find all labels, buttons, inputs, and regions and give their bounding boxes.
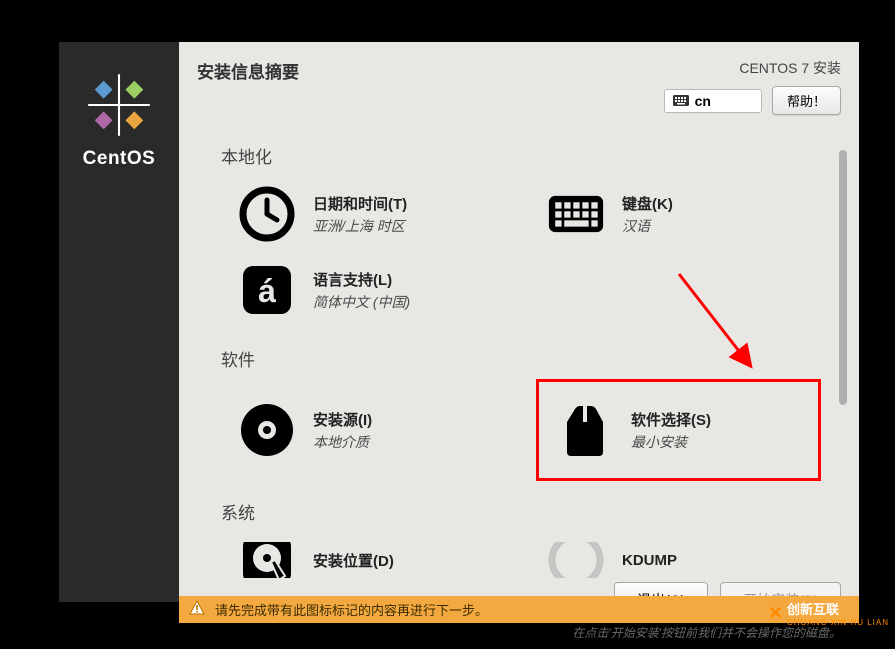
page-title: 安装信息摘要 bbox=[197, 58, 299, 83]
option-kdump-title: KDUMP bbox=[622, 552, 677, 569]
keyboard-large-icon bbox=[548, 186, 604, 242]
watermark-sub: CHUANG XIN HU LIAN bbox=[787, 618, 889, 627]
option-language-title: 语言支持(L) bbox=[313, 269, 410, 290]
content-scroll: 本地化 日期和时间(T) 亚洲/上海 时区 键盘(K) bbox=[179, 125, 859, 578]
disc-icon bbox=[239, 402, 295, 458]
topbar: 安装信息摘要 CENTOS 7 安装 cn 帮助！ bbox=[179, 42, 859, 125]
option-software-selection[interactable]: 软件选择(S) 最小安装 bbox=[536, 379, 821, 481]
section-system-label: 系统 bbox=[221, 499, 831, 524]
option-install-destination-title: 安装位置(D) bbox=[313, 550, 394, 571]
option-kdump[interactable]: KDUMP bbox=[530, 532, 815, 578]
option-datetime-subtitle: 亚洲/上海 时区 bbox=[313, 216, 407, 236]
warning-banner: 请先完成带有此图标标记的内容再进行下一步。 bbox=[179, 596, 859, 623]
keyboard-icon bbox=[673, 93, 689, 109]
help-button[interactable]: 帮助！ bbox=[772, 86, 841, 115]
option-datetime[interactable]: 日期和时间(T) 亚洲/上海 时区 bbox=[221, 176, 506, 252]
option-install-source[interactable]: 安装源(I) 本地介质 bbox=[221, 379, 506, 481]
main-area: 安装信息摘要 CENTOS 7 安装 cn 帮助！ 本地化 bbox=[179, 42, 859, 602]
option-install-source-title: 安装源(I) bbox=[313, 409, 372, 430]
option-install-source-subtitle: 本地介质 bbox=[313, 432, 372, 452]
clock-icon bbox=[239, 186, 295, 242]
watermark-mark-icon: ✕ bbox=[768, 603, 783, 624]
option-language-support[interactable]: á 语言支持(L) 简体中文 (中国) bbox=[221, 252, 506, 328]
option-keyboard[interactable]: 键盘(K) 汉语 bbox=[530, 176, 815, 252]
centos-logo-icon bbox=[84, 70, 154, 140]
language-icon: á bbox=[239, 262, 295, 318]
sidebar: CentOS bbox=[59, 42, 179, 602]
section-localization-label: 本地化 bbox=[221, 143, 831, 168]
keyboard-layout-selector[interactable]: cn bbox=[664, 89, 762, 113]
lang-help-row: cn 帮助！ bbox=[664, 86, 841, 115]
option-keyboard-subtitle: 汉语 bbox=[622, 216, 673, 236]
harddrive-icon bbox=[239, 542, 295, 578]
option-datetime-title: 日期和时间(T) bbox=[313, 193, 407, 214]
watermark-main: 创新互联 bbox=[787, 599, 889, 618]
svg-text:á: á bbox=[258, 273, 276, 309]
option-language-subtitle: 简体中文 (中国) bbox=[313, 292, 410, 312]
keyboard-layout-code: cn bbox=[695, 93, 711, 109]
option-install-destination[interactable]: 安装位置(D) bbox=[221, 532, 506, 578]
option-software-selection-title: 软件选择(S) bbox=[631, 409, 711, 430]
kdump-icon bbox=[548, 542, 604, 578]
warning-icon bbox=[189, 600, 205, 619]
centos-brand-label: CentOS bbox=[83, 148, 156, 170]
watermark-logo: ✕ 创新互联 CHUANG XIN HU LIAN bbox=[768, 599, 889, 627]
section-software-label: 软件 bbox=[221, 346, 831, 371]
warning-text: 请先完成带有此图标标记的内容再进行下一步。 bbox=[215, 600, 488, 619]
installer-window: CentOS 安装信息摘要 CENTOS 7 安装 cn 帮助！ bbox=[59, 42, 859, 602]
scrollbar-thumb[interactable] bbox=[839, 150, 847, 405]
option-keyboard-title: 键盘(K) bbox=[622, 193, 673, 214]
package-icon bbox=[557, 402, 613, 458]
product-version: CENTOS 7 安装 bbox=[739, 58, 841, 78]
scrollbar-track[interactable] bbox=[839, 150, 847, 530]
option-software-selection-subtitle: 最小安装 bbox=[631, 432, 711, 452]
topbar-right: CENTOS 7 安装 cn 帮助！ bbox=[664, 58, 841, 115]
